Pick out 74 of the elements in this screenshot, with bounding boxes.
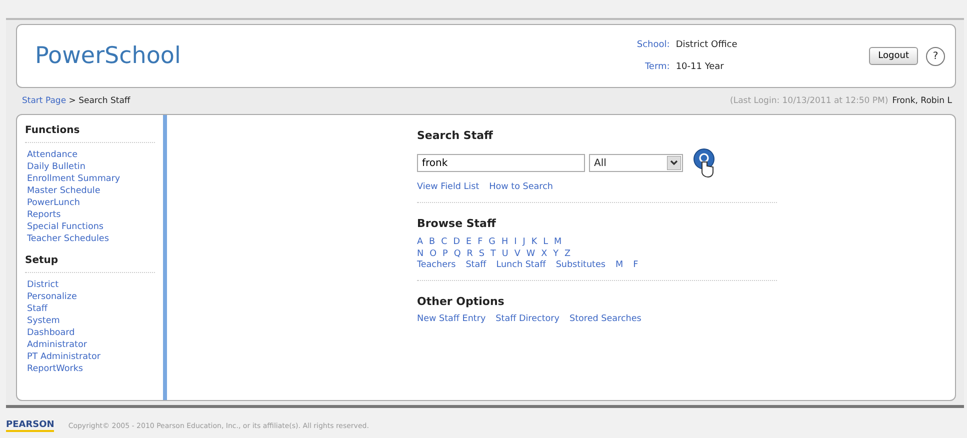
- sidebar-link[interactable]: Daily Bulletin: [27, 161, 163, 173]
- letter-link[interactable]: P: [442, 248, 448, 260]
- sidebar-link[interactable]: PT Administrator: [27, 351, 163, 363]
- school-name: District Office: [676, 40, 738, 50]
- letter-link[interactable]: U: [502, 248, 508, 260]
- section-heading: Search Staff: [417, 129, 494, 142]
- link[interactable]: New Staff Entry: [417, 314, 486, 324]
- section-heading: Other Options: [417, 295, 506, 308]
- link[interactable]: How to Search: [489, 182, 553, 192]
- sidebar-link[interactable]: PowerLunch: [27, 197, 163, 209]
- letter-link[interactable]: G: [488, 236, 496, 248]
- sidebar-link[interactable]: Staff: [27, 303, 163, 315]
- breadcrumb-link[interactable]: Start Page: [22, 96, 66, 106]
- letter-link[interactable]: T: [490, 248, 496, 260]
- breadcrumb-separator: >: [68, 96, 76, 106]
- link[interactable]: Staff Directory: [496, 314, 560, 324]
- breadcrumb-current: Search Staff: [78, 96, 130, 106]
- letter-link[interactable]: O: [430, 248, 437, 260]
- sidebar-link[interactable]: Special Functions: [27, 221, 163, 233]
- sidebar-link[interactable]: Administrator: [27, 339, 163, 351]
- logo: PowerSchool: [35, 43, 182, 69]
- letter-link[interactable]: L: [543, 236, 548, 248]
- brand-logo: PEARSON: [6, 420, 54, 432]
- link[interactable]: Stored Searches: [570, 314, 642, 324]
- link[interactable]: M: [616, 260, 624, 270]
- letter-link[interactable]: E: [466, 236, 472, 248]
- letter-link[interactable]: Q: [454, 248, 461, 260]
- help-button[interactable]: ?: [926, 46, 945, 66]
- sidebar-link[interactable]: Personalize: [27, 291, 163, 303]
- school-label: School:: [636, 40, 670, 50]
- letter-link[interactable]: I: [514, 236, 517, 248]
- logout-button[interactable]: Logout: [869, 47, 918, 65]
- letter-link[interactable]: V: [514, 248, 520, 260]
- sidebar-link[interactable]: Master Schedule: [27, 185, 163, 197]
- sidebar-link[interactable]: Reports: [27, 209, 163, 221]
- letter-link[interactable]: X: [541, 248, 548, 260]
- letter-link[interactable]: D: [453, 236, 460, 248]
- term-value: 10-11 Year: [676, 62, 725, 72]
- link[interactable]: Lunch Staff: [496, 260, 546, 270]
- letter-link[interactable]: M: [554, 236, 562, 248]
- user-name: Fronk, Robin L: [892, 96, 952, 106]
- term-label: Term:: [644, 62, 670, 72]
- link[interactable]: F: [633, 260, 638, 270]
- section-heading: Browse Staff: [417, 217, 497, 230]
- sidebar-heading: Setup: [25, 255, 155, 273]
- letter-link[interactable]: C: [441, 236, 448, 248]
- sidebar-link[interactable]: System: [27, 315, 163, 327]
- filter-dropdown[interactable]: All: [589, 154, 683, 172]
- sidebar-link[interactable]: Attendance: [27, 149, 163, 161]
- search-field[interactable]: fronk: [417, 154, 585, 172]
- link[interactable]: Teachers: [417, 260, 456, 270]
- sidebar-link[interactable]: District: [27, 279, 163, 291]
- letter-link[interactable]: S: [478, 248, 484, 260]
- letter-link[interactable]: A: [417, 236, 424, 248]
- letter-link[interactable]: B: [429, 236, 436, 248]
- letter-link[interactable]: R: [466, 248, 473, 260]
- link[interactable]: Staff: [466, 260, 486, 270]
- dropdown-arrow-icon: [667, 156, 681, 170]
- letter-link[interactable]: Z: [564, 248, 570, 260]
- sidebar-link[interactable]: Enrollment Summary: [27, 173, 163, 185]
- letter-link[interactable]: N: [417, 248, 424, 260]
- letter-link[interactable]: H: [501, 236, 508, 248]
- letter-link[interactable]: W: [526, 248, 536, 260]
- letter-link[interactable]: K: [531, 236, 538, 248]
- sidebar-heading: Functions: [25, 125, 155, 143]
- letter-link[interactable]: Y: [553, 248, 558, 260]
- link[interactable]: View Field List: [417, 182, 480, 192]
- sidebar-link[interactable]: Teacher Schedules: [27, 233, 163, 245]
- sidebar-link[interactable]: ReportWorks: [27, 363, 163, 375]
- sidebar-link[interactable]: Dashboard: [27, 327, 163, 339]
- letter-link[interactable]: F: [478, 236, 483, 248]
- link[interactable]: Substitutes: [556, 260, 606, 270]
- last-login: (Last Login: 10/13/2011 at 12:50 PM): [730, 96, 888, 106]
- letter-link[interactable]: J: [522, 236, 526, 248]
